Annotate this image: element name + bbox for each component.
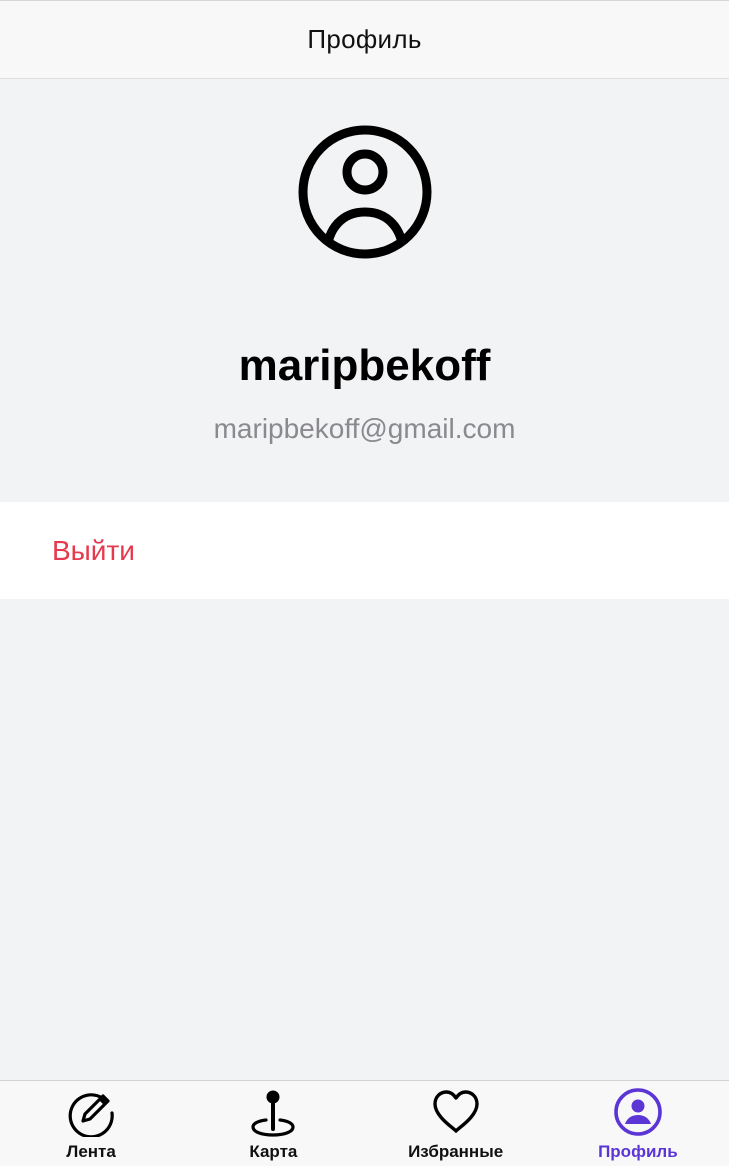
logout-label: Выйти [52,534,135,566]
map-pin-icon [251,1090,295,1137]
logout-button[interactable]: Выйти [0,502,729,599]
profile-email: maripbekoff@gmail.com [213,413,516,444]
user-circle-icon [614,1088,662,1136]
avatar [297,124,433,260]
tab-favorites-label: Избранные [408,1142,504,1161]
navigation-bar: Профиль [0,0,729,79]
tab-map-label: Карта [249,1142,298,1161]
page-title: Профиль [307,24,422,54]
tab-feed[interactable]: Лента [0,1081,182,1166]
profile-header: maripbekoff maripbekoff@gmail.com [0,79,729,502]
edit-circle-icon [68,1093,114,1137]
tab-map[interactable]: Карта [182,1081,364,1166]
profile-username: maripbekoff [238,341,491,390]
heart-icon [432,1090,479,1133]
tab-feed-label: Лента [66,1142,116,1161]
tab-profile-label: Профиль [598,1142,678,1161]
tab-profile[interactable]: Профиль [547,1081,729,1166]
tab-favorites[interactable]: Избранные [365,1081,547,1166]
tab-bar: Лента Карта Избранные Профиль [0,1080,729,1166]
user-circle-icon [298,125,431,259]
profile-screen: Профиль maripbekoff maripbekoff@gmail.co… [0,0,729,1166]
